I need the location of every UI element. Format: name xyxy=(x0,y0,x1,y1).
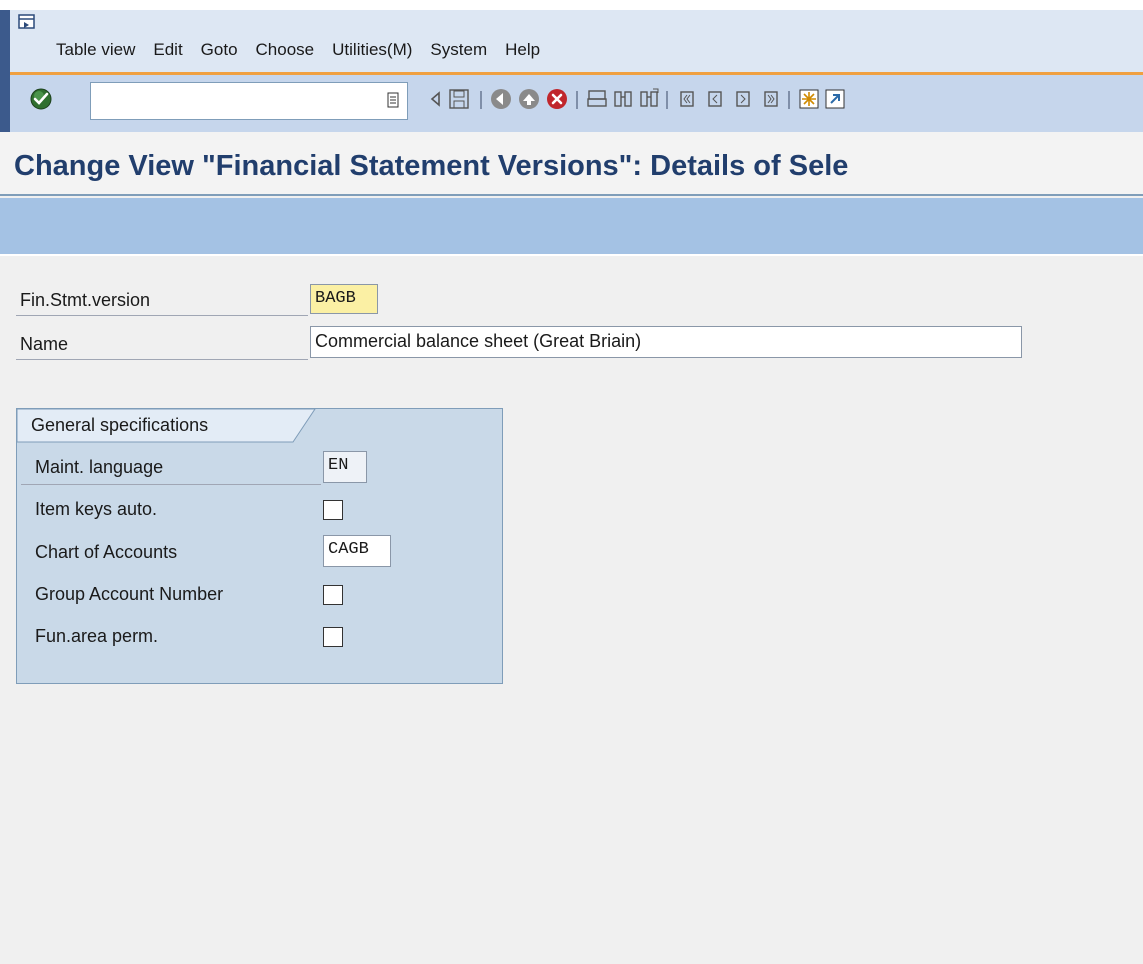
item-keys-auto-checkbox[interactable] xyxy=(323,500,343,520)
find-next-icon[interactable] xyxy=(636,86,662,112)
general-specifications-group: General specifications Maint. language E… xyxy=(16,408,503,684)
create-session-icon[interactable] xyxy=(796,86,822,112)
maint-language-field[interactable]: EN xyxy=(323,451,367,483)
toolbar-separator xyxy=(666,91,668,109)
group-title: General specifications xyxy=(31,415,209,435)
menu-table-view[interactable]: Table view xyxy=(56,40,135,60)
menu-utilities[interactable]: Utilities(M) xyxy=(332,40,412,60)
command-field[interactable] xyxy=(90,82,408,120)
item-keys-auto-label: Item keys auto. xyxy=(35,499,158,519)
menu-choose[interactable]: Choose xyxy=(256,40,315,60)
previous-page-icon[interactable] xyxy=(702,86,728,112)
standard-toolbar xyxy=(10,75,1143,132)
top-border xyxy=(0,0,1143,10)
label-underline xyxy=(16,359,308,360)
window-left-bar xyxy=(0,10,10,132)
toolbar-separator xyxy=(788,91,790,109)
exit-icon[interactable] xyxy=(516,86,542,112)
menu-bar: Table view Edit Goto Choose Utilities(M)… xyxy=(10,10,1143,72)
shortcut-icon[interactable] xyxy=(822,86,848,112)
menu-goto[interactable]: Goto xyxy=(201,40,238,60)
toolbar-separator xyxy=(480,91,482,109)
enter-icon[interactable] xyxy=(28,86,54,112)
menu-edit[interactable]: Edit xyxy=(153,40,182,60)
group-account-number-label: Group Account Number xyxy=(35,584,224,604)
menu-toggle-icon[interactable] xyxy=(18,14,36,30)
fin-stmt-version-label: Fin.Stmt.version xyxy=(20,290,151,310)
page-title: Change View "Financial Statement Version… xyxy=(14,150,849,182)
group-account-number-checkbox[interactable] xyxy=(323,585,343,605)
command-history-icon[interactable] xyxy=(387,92,399,108)
back-icon[interactable] xyxy=(488,86,514,112)
find-icon[interactable] xyxy=(610,86,636,112)
maint-language-label: Maint. language xyxy=(35,457,164,477)
menu-help[interactable]: Help xyxy=(505,40,540,60)
toolbar-separator xyxy=(576,91,578,109)
cancel-icon[interactable] xyxy=(544,86,570,112)
label-underline xyxy=(16,315,308,316)
next-page-icon[interactable] xyxy=(730,86,756,112)
menu-items: Table view Edit Goto Choose Utilities(M)… xyxy=(56,40,558,60)
fun-area-perm-checkbox[interactable] xyxy=(323,627,343,647)
last-page-icon[interactable] xyxy=(758,86,784,112)
chart-of-accounts-label: Chart of Accounts xyxy=(35,542,178,562)
print-icon[interactable] xyxy=(584,86,610,112)
application-toolbar xyxy=(0,198,1143,256)
title-area: Change View "Financial Statement Version… xyxy=(0,132,1143,196)
fun-area-perm-label: Fun.area perm. xyxy=(35,626,159,646)
name-label: Name xyxy=(20,334,69,354)
menu-system[interactable]: System xyxy=(430,40,487,60)
save-icon[interactable] xyxy=(446,86,472,112)
fin-stmt-version-field[interactable]: BAGB xyxy=(310,284,378,314)
first-page-icon[interactable] xyxy=(674,86,700,112)
back-arrow-icon[interactable] xyxy=(422,86,448,112)
chart-of-accounts-field[interactable]: CAGB xyxy=(323,535,391,567)
name-field[interactable]: Commercial balance sheet (Great Briain) xyxy=(310,326,1022,358)
label-underline xyxy=(21,484,321,485)
